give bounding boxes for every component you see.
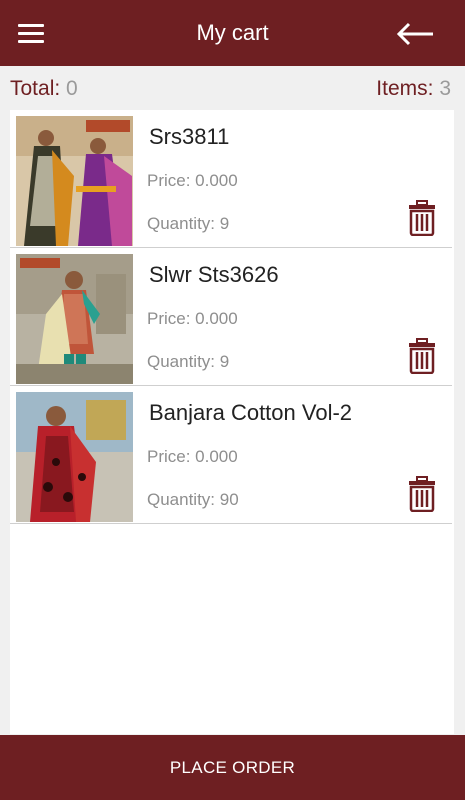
- product-image: [16, 116, 133, 246]
- trash-icon[interactable]: [408, 476, 436, 512]
- product-quantity: Quantity: 9: [147, 214, 230, 233]
- cart-item[interactable]: Srs3811 Price: 0.000 Quantity: 9: [10, 110, 452, 248]
- items-summary: Items: 3: [376, 77, 451, 101]
- product-quantity: Quantity: 90: [147, 490, 239, 509]
- product-quantity: Quantity: 9: [147, 352, 230, 371]
- total-summary: Total: 0: [10, 77, 78, 101]
- cart-list: Srs3811 Price: 0.000 Quantity: 9 Slwr St…: [10, 110, 454, 734]
- items-count: 3: [439, 77, 451, 100]
- trash-icon[interactable]: [408, 338, 436, 374]
- product-price: Price: 0.000: [147, 309, 238, 328]
- total-value: 0: [66, 77, 78, 100]
- product-price: Price: 0.000: [147, 447, 238, 466]
- back-arrow-icon[interactable]: [395, 22, 435, 46]
- menu-icon[interactable]: [18, 22, 46, 44]
- cart-item[interactable]: Banjara Cotton Vol-2 Price: 0.000 Quanti…: [10, 386, 452, 524]
- place-order-button[interactable]: PLACE ORDER: [0, 735, 465, 800]
- items-label: Items:: [376, 77, 434, 100]
- app-bar: My cart: [0, 0, 465, 66]
- product-name: Banjara Cotton Vol-2: [149, 400, 353, 425]
- product-name: Srs3811: [149, 124, 230, 149]
- cart-summary: Total: 0 Items: 3: [0, 66, 465, 110]
- cart-item[interactable]: Slwr Sts3626 Price: 0.000 Quantity: 9: [10, 248, 452, 386]
- product-image: [16, 254, 133, 384]
- product-name: Slwr Sts3626: [149, 262, 279, 287]
- total-label: Total:: [10, 77, 61, 100]
- trash-icon[interactable]: [408, 200, 436, 236]
- product-image: [16, 392, 133, 522]
- product-price: Price: 0.000: [147, 171, 238, 190]
